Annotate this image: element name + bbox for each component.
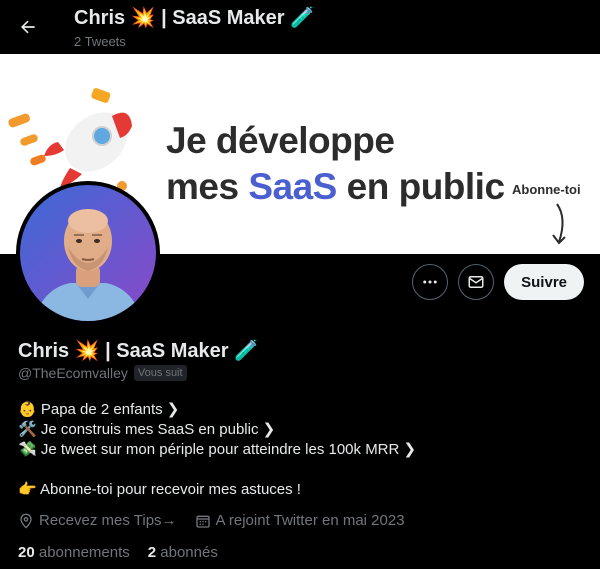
follow-button[interactable]: Suivre	[504, 264, 584, 300]
more-icon	[423, 280, 437, 284]
banner-headline-2-pre: mes	[166, 166, 249, 207]
profile-meta: Recevez mes Tips→ A rejoint Twitter en m…	[18, 512, 405, 529]
calendar-icon	[195, 515, 210, 528]
avatar-photo	[20, 185, 156, 321]
banner-headline-1: Je développe	[166, 120, 395, 161]
location-pin-icon	[20, 513, 32, 529]
profile-stats: 20 abonnements 2 abonnés	[18, 544, 218, 561]
following-link[interactable]: 20 abonnements	[18, 544, 130, 561]
header-title: Chris 💥 | SaaS Maker 🧪	[74, 7, 316, 29]
bio-line: 👶 Papa de 2 enfants ❯	[18, 401, 180, 418]
followers-count: 2	[147, 544, 157, 561]
bio-line: 💸 Je tweet sur mon périple pour atteindr…	[18, 441, 417, 458]
follows-you-badge: Vous suit	[133, 365, 187, 381]
banner-headline-2: mes SaaS en public	[166, 166, 505, 208]
joined-text: A rejoint Twitter en mai 2023	[215, 512, 405, 529]
bio-line: 👉 Abonne-toi pour recevoir mes astuces !	[18, 481, 301, 498]
back-button[interactable]	[10, 9, 46, 45]
bio-line: 🛠️ Je construis mes SaaS en public ❯	[18, 421, 276, 438]
followers-link[interactable]: 2 abonnés	[148, 544, 218, 561]
location-text: Recevez mes Tips→	[39, 512, 177, 529]
banner-headline-2-post: en public	[336, 166, 505, 207]
avatar[interactable]	[16, 181, 160, 325]
profile-name: Chris 💥 | SaaS Maker 🧪	[18, 340, 260, 362]
profile-handle: @TheEcomvalley	[18, 365, 128, 381]
followers-label: abonnés	[160, 544, 218, 561]
location-item: Recevez mes Tips→	[18, 512, 177, 529]
message-icon	[468, 276, 484, 288]
profile-bio: 👶 Papa de 2 enfants ❯ 🛠️ Je construis me…	[18, 400, 416, 500]
top-bar: Chris 💥 | SaaS Maker 🧪 2 Tweets	[0, 0, 600, 54]
curved-arrow-icon	[552, 203, 566, 245]
joined-item: A rejoint Twitter en mai 2023	[195, 512, 405, 529]
banner-subscribe-text: Abonne-toi	[512, 182, 581, 197]
handle-row: @TheEcomvalley Vous suit	[18, 365, 187, 381]
bio-spacer	[18, 460, 416, 480]
following-label: abonnements	[38, 544, 130, 561]
tweet-count: 2 Tweets	[74, 34, 126, 49]
message-button[interactable]	[458, 264, 495, 300]
banner-headline-accent: SaaS	[248, 166, 337, 207]
more-options-button[interactable]	[412, 264, 449, 300]
profile-actions: Suivre	[412, 264, 584, 300]
following-count: 20	[18, 544, 35, 561]
arrow-left-icon	[21, 20, 35, 34]
